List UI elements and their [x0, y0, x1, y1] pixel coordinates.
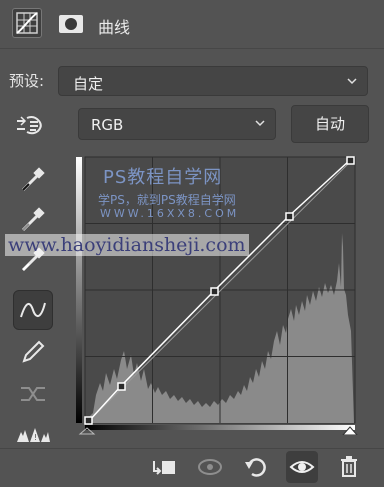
toggle-visibility-icon[interactable] [286, 451, 318, 483]
curve-point[interactable] [117, 382, 126, 391]
curve-point[interactable] [210, 287, 219, 296]
watermark-url: WWW.16XX8.COM [100, 207, 240, 220]
preset-value: 自定 [73, 75, 104, 93]
smooth-curve-icon[interactable] [13, 374, 53, 414]
svg-text:!: ! [34, 433, 37, 442]
clip-to-layer-icon[interactable] [148, 451, 180, 483]
preset-dropdown[interactable]: 自定 [58, 66, 368, 96]
curve-point[interactable] [346, 156, 355, 165]
curve-point[interactable] [84, 416, 93, 425]
layer-mask-icon[interactable] [58, 11, 84, 37]
channel-dropdown[interactable]: RGB [78, 108, 276, 140]
panel-title: 曲线 [98, 18, 131, 37]
input-gradient-bar [85, 425, 355, 430]
curve-point[interactable] [285, 212, 294, 221]
preset-label: 预设: [9, 72, 45, 90]
black-point-eyedropper-icon[interactable] [13, 160, 53, 200]
draw-curve-pencil-icon[interactable] [13, 332, 53, 372]
output-gradient-bar [76, 157, 82, 423]
curves-adjustment-icon[interactable] [12, 8, 42, 38]
trash-icon[interactable] [333, 451, 365, 483]
on-image-adjust-icon[interactable] [12, 105, 52, 145]
chevron-down-icon [347, 78, 357, 85]
reset-icon[interactable] [240, 451, 272, 483]
panel-footer [0, 448, 384, 485]
channel-value: RGB [91, 116, 124, 134]
watermark-site: www.haoyidiansheji.com [5, 234, 249, 256]
watermark-title: PS教程自学网 [103, 167, 223, 188]
clipping-warning-icon[interactable]: ! [13, 420, 53, 446]
auto-button[interactable]: 自动 [291, 105, 369, 143]
edit-points-curve-icon[interactable] [13, 290, 53, 330]
chevron-down-icon [255, 120, 265, 127]
watermark-subtitle: 学PS，就到PS教程自学网 [98, 193, 236, 207]
panel-header: 曲线 [0, 0, 384, 49]
view-previous-state-icon[interactable] [194, 451, 226, 483]
